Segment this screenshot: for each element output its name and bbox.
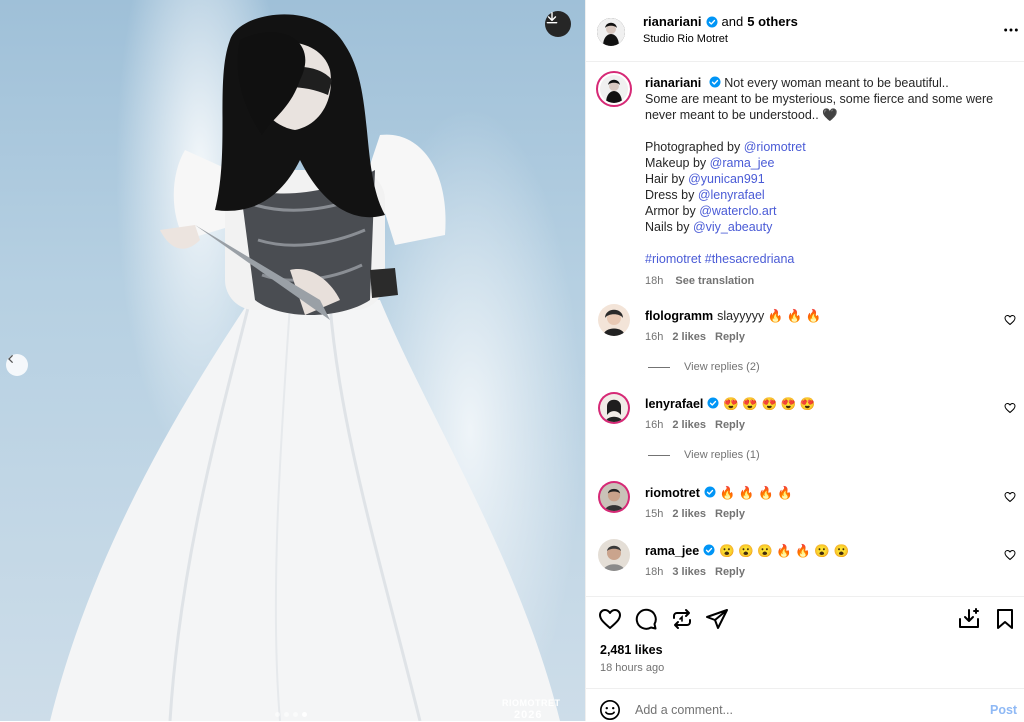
comment-icon[interactable] [634,607,658,631]
reply-button[interactable]: Reply [715,566,745,578]
verified-badge-icon [703,544,715,556]
likes-count[interactable]: 2,481 likes [600,643,663,657]
avatar-image [600,75,628,103]
watermark-year: 2026 [514,709,543,721]
post-detail-panel: rianariani and 5 others Studio Rio Motre… [585,0,1024,721]
comment-meta: 16h 2 likes Reply [645,331,745,343]
share-icon[interactable] [705,607,729,631]
comment-text: flologramm slayyyyy 🔥 🔥 🔥 [645,309,822,323]
post-photo[interactable]: RIOMOTRET 2026 [0,0,585,721]
author-avatar[interactable] [597,18,625,46]
comment-username[interactable]: rama_jee [645,544,699,558]
comment-username[interactable]: riomotret [645,486,700,500]
comment-avatar[interactable] [598,481,630,513]
carousel-prev-button[interactable] [6,354,28,376]
caption-line-2: Some are meant to be mysterious, some fi… [645,92,994,122]
credit-handle-link[interactable]: @yunican991 [688,172,765,186]
caption: rianariani Not every woman meant to be b… [645,75,1005,289]
post-comment-button[interactable]: Post [990,703,1017,717]
comment-likes-link[interactable]: 2 likes [672,508,706,520]
view-replies-button[interactable]: View replies (1) [648,449,760,461]
photo-illustration [50,14,560,721]
carousel-dot [275,712,280,717]
author-username-row: rianariani and 5 others [643,14,798,29]
comment-composer: Add a comment... Post [586,688,1024,722]
emoji-icon[interactable] [599,699,621,721]
coauthors-prefix: and [721,14,744,29]
author-username[interactable]: rianariani [643,14,702,29]
watermark-text: RIOMOTRET [502,698,561,708]
instagram-post-view: RIOMOTRET 2026 rianariani and 5 others S… [0,0,1024,721]
comment-like-heart-icon[interactable] [1004,549,1016,561]
verified-badge-icon [709,76,721,88]
verified-badge-icon [706,16,718,27]
comment-text: lenyrafael 😍 😍 😍 😍 😍 [645,397,816,411]
view-replies-button[interactable]: View replies (2) [648,361,760,373]
comment-avatar[interactable] [598,392,630,424]
credit-handle-link[interactable]: @rama_jee [710,156,775,170]
comment-likes-link[interactable]: 3 likes [672,566,706,578]
comment-avatar[interactable] [598,539,630,571]
credit-handle-link[interactable]: @viy_abeauty [693,220,772,234]
comment-likes-link[interactable]: 2 likes [672,331,706,343]
credit-handle-link[interactable]: @lenyrafael [698,188,765,202]
avatar-image [600,483,628,511]
post-actions-bar [586,596,1024,641]
comment-text: riomotret 🔥 🔥 🔥 🔥 [645,486,793,500]
carousel-dot-active [302,712,307,717]
caption-username[interactable]: rianariani [645,76,701,90]
verified-badge-icon [704,486,716,498]
comment-likes-link[interactable]: 2 likes [672,419,706,431]
comment-meta: 15h 2 likes Reply [645,508,745,520]
carousel-indicator [275,712,307,717]
comment-like-heart-icon[interactable] [1004,402,1016,414]
more-options-icon[interactable] [1003,22,1019,38]
chevron-left-icon [8,355,13,363]
caption-author-avatar[interactable] [596,71,632,107]
comment-meta: 18h 3 likes Reply [645,566,745,578]
comment-like-heart-icon[interactable] [1004,314,1016,326]
bookmark-icon[interactable] [993,607,1017,631]
credit-line: Nails by @viy_abeauty [645,220,773,234]
repost-icon[interactable] [670,607,694,631]
reply-button[interactable]: Reply [715,331,745,343]
verified-badge-icon [707,397,719,409]
save-to-collection-icon[interactable] [957,607,981,631]
comment-meta: 16h 2 likes Reply [645,419,745,431]
caption-time: 18h [645,275,664,287]
avatar-image [598,539,630,571]
carousel-dot [284,712,289,717]
comment-username[interactable]: flologramm [645,309,713,323]
hashtags-link[interactable]: #riomotret #thesacredriana [645,251,1005,267]
credit-line: Dress by @lenyrafael [645,188,765,202]
credit-line: Makeup by @rama_jee [645,156,775,170]
location-link[interactable]: Studio Rio Motret [643,33,728,45]
credit-line: Armor by @waterclo.art [645,204,777,218]
comment-username[interactable]: lenyrafael [645,397,703,411]
avatar-image [598,304,630,336]
caption-line-1: Not every woman meant to be beautiful.. [724,76,949,90]
carousel-dot [293,712,298,717]
download-icon [546,12,558,24]
comment-text: rama_jee 😮 😮 😮 🔥 🔥 😮 😮 [645,544,850,558]
comment-input[interactable]: Add a comment... [635,703,733,717]
reply-button[interactable]: Reply [715,419,745,431]
credit-handle-link[interactable]: @riomotret [744,140,806,154]
credit-line: Hair by @yunican991 [645,172,765,186]
comment-avatar[interactable] [598,304,630,336]
like-heart-icon[interactable] [598,607,622,631]
post-header: rianariani and 5 others Studio Rio Motre… [586,0,1024,62]
download-button[interactable] [545,11,571,37]
reply-button[interactable]: Reply [715,508,745,520]
comment-like-heart-icon[interactable] [1004,491,1016,503]
coauthors-link[interactable]: 5 others [747,14,798,29]
credit-handle-link[interactable]: @waterclo.art [699,204,776,218]
credit-line: Photographed by @riomotret [645,140,806,154]
avatar-image [600,394,628,422]
see-translation-button[interactable]: See translation [675,275,754,287]
avatar-image [597,18,625,46]
post-time-ago: 18 hours ago [600,662,665,674]
